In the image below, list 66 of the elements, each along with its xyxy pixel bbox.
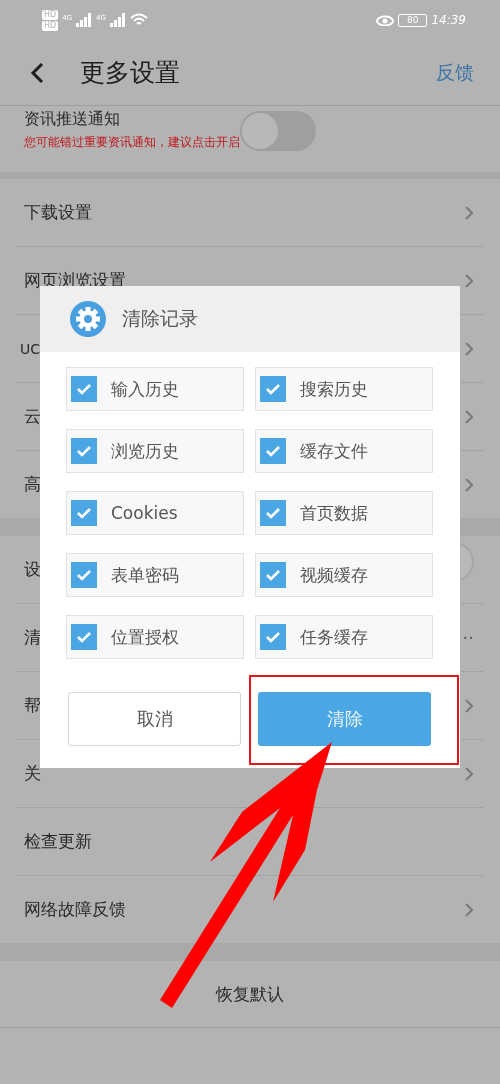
signal-icon (109, 13, 126, 27)
checkmark-icon (76, 445, 92, 457)
setting-label[interactable]: 关 (24, 762, 41, 785)
checkbox[interactable] (71, 562, 97, 588)
battery-icon: 80 (397, 13, 428, 27)
checkbox[interactable] (260, 500, 286, 526)
checkbox[interactable] (71, 438, 97, 464)
checkmark-icon (265, 383, 281, 395)
checkmark-icon (76, 631, 92, 643)
checkmark-icon (265, 569, 281, 581)
checkbox-option[interactable]: 表单密码 (66, 553, 244, 597)
setting-label[interactable]: 检查更新 (24, 830, 92, 853)
setting-label[interactable]: 清 (24, 626, 41, 649)
checkbox[interactable] (71, 624, 97, 650)
gear-icon (70, 301, 106, 337)
dialog-title: 清除记录 (122, 306, 198, 331)
chevron-icon (464, 272, 474, 289)
chevron-icon (464, 408, 474, 425)
setting-label: 资讯推送通知 (24, 109, 121, 130)
checkbox-option[interactable]: 位置授权 (66, 615, 244, 659)
checkmark-icon (76, 383, 92, 395)
checkbox-option[interactable]: 首页数据 (255, 491, 433, 535)
setting-label[interactable]: 设 (24, 558, 41, 581)
setting-label[interactable]: 高 (24, 473, 41, 496)
restore-defaults-button[interactable]: 恢复默认 (216, 982, 284, 1006)
checkmark-icon (265, 445, 281, 457)
checkbox-option[interactable]: 浏览历史 (66, 429, 244, 473)
checkmark-icon (265, 507, 281, 519)
chevron-icon (464, 204, 474, 221)
eye-icon (375, 14, 394, 26)
cancel-button[interactable]: 取消 (68, 692, 241, 746)
checkbox-option[interactable]: 任务缓存 (255, 615, 433, 659)
checkbox-option[interactable]: 缓存文件 (255, 429, 433, 473)
wifi-icon (129, 13, 148, 27)
chevron-icon (464, 901, 474, 918)
setting-value: ·· (462, 627, 474, 648)
signal-icon (76, 13, 93, 27)
page-title: 更多设置 (80, 57, 180, 89)
checkbox[interactable] (260, 376, 286, 402)
checkbox[interactable] (260, 438, 286, 464)
chevron-icon (464, 476, 474, 493)
setting-label[interactable]: 下载设置 (24, 201, 92, 224)
chevron-icon (464, 340, 474, 357)
chevron-icon (464, 697, 474, 714)
checkbox-option[interactable]: Cookies (66, 491, 244, 535)
hd-label: HD (42, 20, 59, 31)
checkmark-icon (265, 631, 281, 643)
clock-time: 14:39 (431, 13, 466, 27)
setting-label[interactable]: 帮 (24, 694, 41, 717)
checkmark-icon (76, 507, 92, 519)
chevron-icon (464, 765, 474, 782)
checkbox-option[interactable]: 输入历史 (66, 367, 244, 411)
setting-label[interactable]: 网络故障反馈 (24, 898, 126, 921)
setting-label[interactable]: 云 (24, 405, 41, 428)
checkmark-icon (76, 569, 92, 581)
checkbox[interactable] (260, 624, 286, 650)
hint-text: 您可能错过重要资讯通知，建议点击开启 (24, 134, 240, 151)
checkbox[interactable] (71, 376, 97, 402)
checkbox-option[interactable]: 搜索历史 (255, 367, 433, 411)
checkbox-option[interactable]: 视频缓存 (255, 553, 433, 597)
checkbox[interactable] (71, 500, 97, 526)
toggle-switch[interactable] (240, 111, 316, 151)
checkbox[interactable] (260, 562, 286, 588)
setting-label[interactable]: UC (20, 340, 41, 357)
back-icon[interactable] (30, 61, 44, 84)
hd-label: HD (42, 9, 59, 20)
